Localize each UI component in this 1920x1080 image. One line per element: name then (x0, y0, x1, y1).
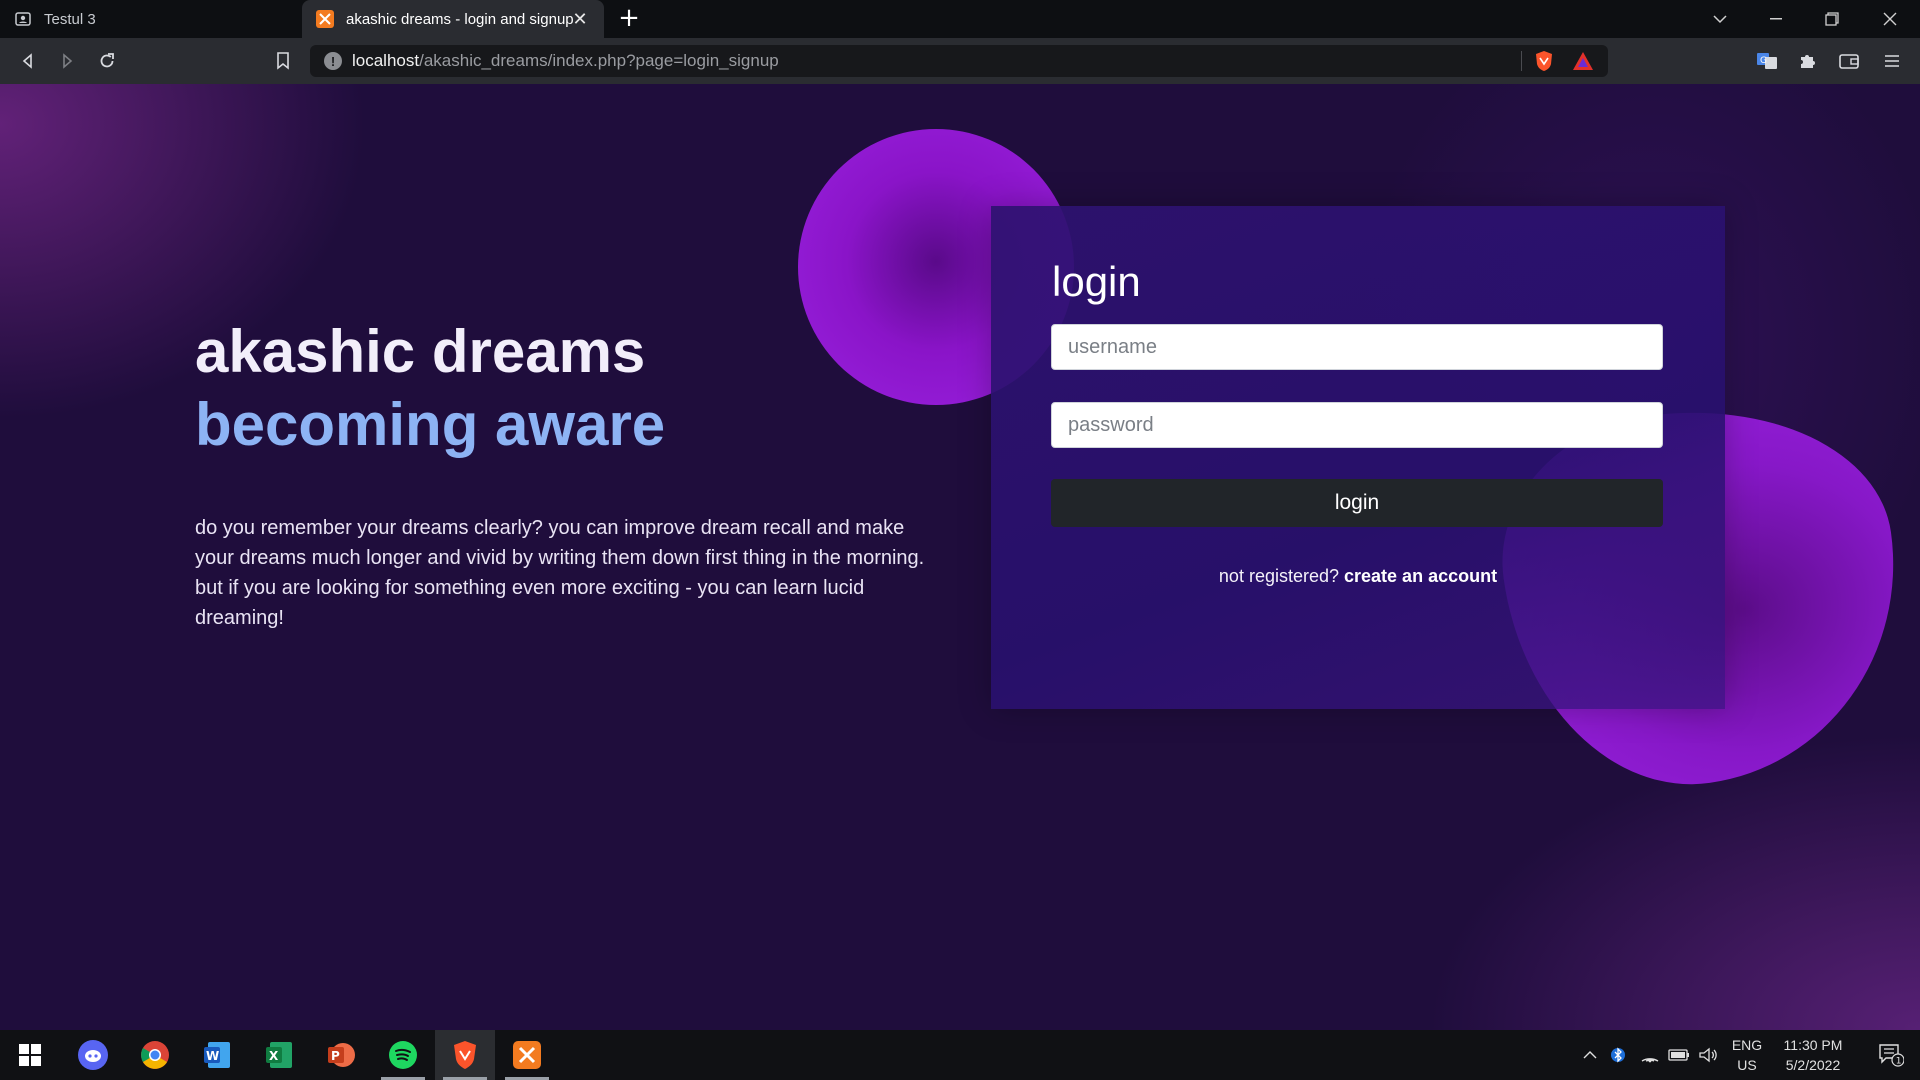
spotify-icon[interactable] (373, 1030, 433, 1080)
volume-icon[interactable] (1695, 1030, 1721, 1080)
notification-center-icon[interactable]: 1 (1862, 1030, 1920, 1080)
translate-icon[interactable]: G (1753, 47, 1781, 75)
chrome-icon[interactable] (125, 1030, 185, 1080)
bookmark-icon[interactable] (269, 47, 297, 75)
menu-icon[interactable] (1878, 47, 1906, 75)
browser-toolbar: ! localhost/akashic_dreams/index.php?pag… (0, 38, 1920, 85)
register-prompt-text: not registered? (1218, 566, 1339, 586)
language-code: ENG (1731, 1037, 1763, 1053)
xampp-icon (316, 10, 334, 28)
excel-icon[interactable]: X (249, 1030, 309, 1080)
tab-search-chevron-icon[interactable] (1692, 0, 1748, 38)
wifi-icon[interactable] (1637, 1030, 1663, 1080)
windows-taskbar: W X P ENG US 11:30 PM 5/2/2022 1 (0, 1030, 1920, 1080)
login-card: login login not registered? create an ac… (991, 206, 1725, 709)
clock-date: 5/2/2022 (1785, 1057, 1841, 1073)
battery-icon[interactable] (1666, 1030, 1692, 1080)
address-bar[interactable]: ! localhost/akashic_dreams/index.php?pag… (310, 45, 1608, 77)
page-content: akashic dreams becoming aware do you rem… (0, 84, 1920, 1030)
svg-text:G: G (1760, 56, 1767, 66)
reload-button[interactable] (93, 47, 121, 75)
close-tab-icon[interactable]: ✕ (570, 9, 590, 29)
hero-description: do you remember your dreams clearly? you… (195, 517, 925, 629)
svg-text:W: W (206, 1049, 219, 1063)
discord-icon[interactable] (63, 1030, 123, 1080)
username-field[interactable] (1051, 324, 1663, 370)
region-code: US (1737, 1057, 1757, 1073)
language-indicator[interactable]: ENG US (1722, 1030, 1772, 1080)
minimize-button[interactable] (1748, 0, 1804, 38)
word-icon[interactable]: W (187, 1030, 247, 1080)
tab-label: Testul 3 (44, 10, 96, 28)
clock-time: 11:30 PM (1783, 1037, 1843, 1053)
url-path: /akashic_dreams/index.php?page=login_sig… (419, 51, 779, 70)
tab-label: akashic dreams - login and signup (346, 10, 574, 28)
svg-text:P: P (331, 1049, 340, 1063)
site-info-icon[interactable]: ! (324, 52, 342, 70)
powerpoint-icon[interactable]: P (311, 1030, 371, 1080)
login-button[interactable]: login (1051, 479, 1663, 527)
person-icon (14, 10, 32, 28)
forward-button[interactable] (53, 47, 81, 75)
url-host: localhost (352, 51, 420, 70)
tab-testul-3[interactable]: Testul 3 (0, 0, 300, 38)
password-field[interactable] (1051, 402, 1663, 448)
browser-tab-bar: Testul 3 akashic dreams - login and sign… (0, 0, 1920, 38)
notification-count: 1 (1896, 1057, 1902, 1067)
brave-rewards-icon[interactable] (1572, 51, 1594, 76)
create-account-link[interactable]: create an account (1344, 566, 1497, 586)
brave-icon[interactable] (435, 1030, 495, 1080)
extensions-puzzle-icon[interactable] (1793, 47, 1821, 75)
back-button[interactable] (14, 47, 42, 75)
site-subtitle: becoming aware (195, 391, 666, 458)
new-tab-button[interactable]: + (616, 5, 642, 32)
svg-text:X: X (269, 1049, 279, 1063)
register-prompt-row: not registered? create an account (991, 566, 1725, 587)
windows-start-icon[interactable] (0, 1030, 60, 1080)
tab-akashic-dreams[interactable]: akashic dreams - login and signup ✕ (302, 0, 604, 38)
wallet-icon[interactable] (1835, 47, 1863, 75)
xampp-icon[interactable] (497, 1030, 557, 1080)
site-title: akashic dreams (195, 318, 646, 385)
tray-chevron-up-icon[interactable] (1578, 1030, 1602, 1080)
login-heading: login (1052, 258, 1141, 305)
bluetooth-icon[interactable] (1606, 1030, 1630, 1080)
brave-shield-icon[interactable] (1534, 50, 1554, 77)
divider (1521, 51, 1522, 71)
clock[interactable]: 11:30 PM 5/2/2022 (1772, 1030, 1854, 1080)
close-window-button[interactable] (1862, 0, 1918, 38)
restore-button[interactable] (1804, 0, 1860, 38)
